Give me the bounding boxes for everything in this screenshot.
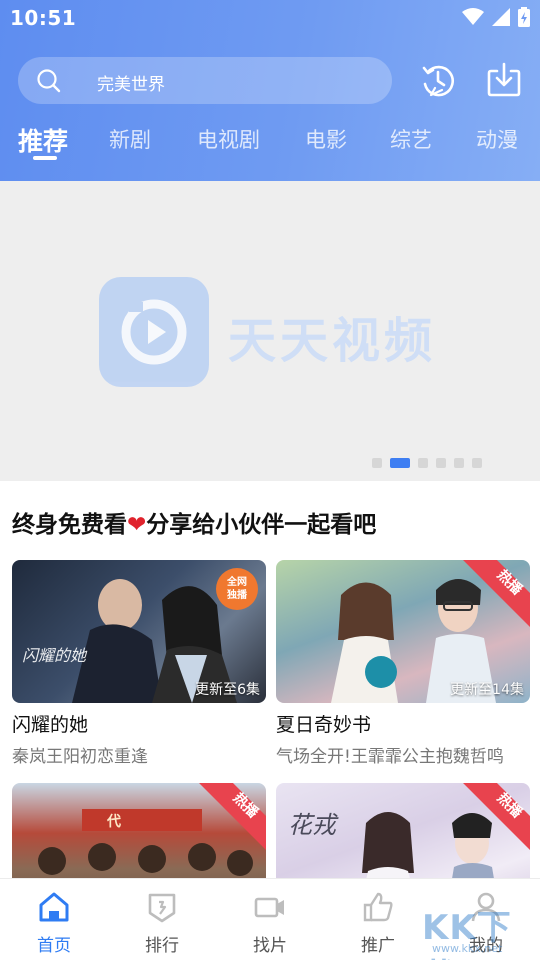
header: 10:51 完美世界 推荐 新剧 电视剧 电影 综艺 动漫 bbox=[0, 0, 540, 181]
nav-ranking[interactable]: 排行 bbox=[108, 879, 216, 960]
banner-title: 天天视频 bbox=[228, 313, 437, 369]
carousel-dot bbox=[472, 458, 482, 468]
search-bar[interactable]: 完美世界 bbox=[18, 57, 392, 104]
tab-new-drama[interactable]: 新剧 bbox=[109, 124, 151, 154]
carousel-dot bbox=[454, 458, 464, 468]
video-thumbnail[interactable]: 闪耀的她 全网 独播 更新至6集 bbox=[12, 560, 266, 703]
video-title[interactable]: 夏日奇妙书 bbox=[276, 710, 371, 737]
video-card[interactable]: 热播 更新至14集 夏日奇妙书 气场全开!王霏霏公主抱魏哲鸣 bbox=[276, 560, 530, 767]
watermark-url: www.kkx.net bbox=[432, 942, 503, 955]
carousel-dot bbox=[418, 458, 428, 468]
video-title[interactable]: 闪耀的她 bbox=[12, 710, 88, 737]
status-time: 10:51 bbox=[10, 6, 77, 30]
heart-icon: ❤ bbox=[127, 512, 147, 538]
nav-promote[interactable]: 推广 bbox=[324, 879, 432, 960]
status-icons bbox=[462, 7, 530, 27]
section-title-text-2: 分享给小伙伴一起看吧 bbox=[146, 512, 377, 538]
nav-home[interactable]: 首页 bbox=[0, 879, 108, 960]
nav-ranking-label: 排行 bbox=[145, 936, 179, 956]
carousel-dot bbox=[436, 458, 446, 468]
tab-recommend[interactable]: 推荐 bbox=[18, 122, 68, 158]
search-icon bbox=[37, 69, 61, 93]
hot-badge: 热播 bbox=[196, 783, 266, 853]
nav-find-video-label: 找片 bbox=[253, 936, 287, 956]
app-screen: 10:51 完美世界 推荐 新剧 电视剧 电影 综艺 动漫 天天视频 终身免费看… bbox=[0, 0, 540, 960]
section-title-text: 终身免费看 bbox=[12, 512, 127, 538]
home-icon bbox=[39, 892, 69, 922]
thumbnail-caption: 代 bbox=[107, 814, 121, 830]
nav-find-video[interactable]: 找片 bbox=[216, 879, 324, 960]
app-logo-icon bbox=[99, 277, 209, 387]
video-subtitle: 秦岚王阳初恋重逢 bbox=[12, 747, 148, 767]
episode-update: 更新至6集 bbox=[195, 682, 260, 698]
video-card[interactable]: 闪耀的她 全网 独播 更新至6集 闪耀的她 秦岚王阳初恋重逢 bbox=[12, 560, 266, 767]
search-placeholder: 完美世界 bbox=[97, 75, 165, 95]
video-subtitle: 气场全开!王霏霏公主抱魏哲鸣 bbox=[276, 747, 504, 767]
category-tabs: 推荐 新剧 电视剧 电影 综艺 动漫 bbox=[0, 118, 540, 168]
tab-anime[interactable]: 动漫 bbox=[476, 124, 518, 154]
download-icon[interactable] bbox=[486, 62, 522, 98]
wifi-icon bbox=[462, 8, 484, 25]
ranking-icon bbox=[148, 893, 176, 923]
tab-tv-series[interactable]: 电视剧 bbox=[197, 124, 260, 154]
section-title: 终身免费看❤分享给小伙伴一起看吧 bbox=[12, 505, 376, 539]
hot-badge: 热播 bbox=[460, 783, 530, 853]
nav-home-label: 首页 bbox=[37, 936, 71, 956]
hot-badge: 热播 bbox=[460, 560, 530, 630]
carousel-dots bbox=[372, 458, 482, 468]
tab-movie[interactable]: 电影 bbox=[305, 124, 347, 154]
thumbnail-caption: 闪耀的她 bbox=[22, 646, 87, 665]
history-icon[interactable] bbox=[420, 62, 456, 98]
battery-icon bbox=[518, 7, 530, 27]
hot-badge-label: 热播 bbox=[493, 790, 525, 822]
video-camera-icon bbox=[254, 897, 284, 918]
tab-indicator bbox=[33, 156, 57, 160]
status-bar: 10:51 bbox=[0, 0, 540, 40]
signal-icon bbox=[492, 8, 510, 26]
nav-promote-label: 推广 bbox=[361, 936, 395, 956]
thumbs-up-icon bbox=[363, 892, 393, 922]
hot-badge-label: 热播 bbox=[493, 567, 525, 599]
tab-variety[interactable]: 综艺 bbox=[390, 124, 432, 154]
carousel-dot-active bbox=[390, 458, 410, 468]
exclusive-badge: 全网 独播 bbox=[216, 568, 258, 610]
banner-carousel[interactable]: 天天视频 bbox=[0, 181, 540, 481]
hot-badge-label: 热播 bbox=[229, 790, 261, 822]
carousel-dot bbox=[372, 458, 382, 468]
video-thumbnail[interactable]: 热播 更新至14集 bbox=[276, 560, 530, 703]
episode-update: 更新至14集 bbox=[450, 682, 524, 698]
thumbnail-caption: 花戎 bbox=[288, 811, 336, 839]
